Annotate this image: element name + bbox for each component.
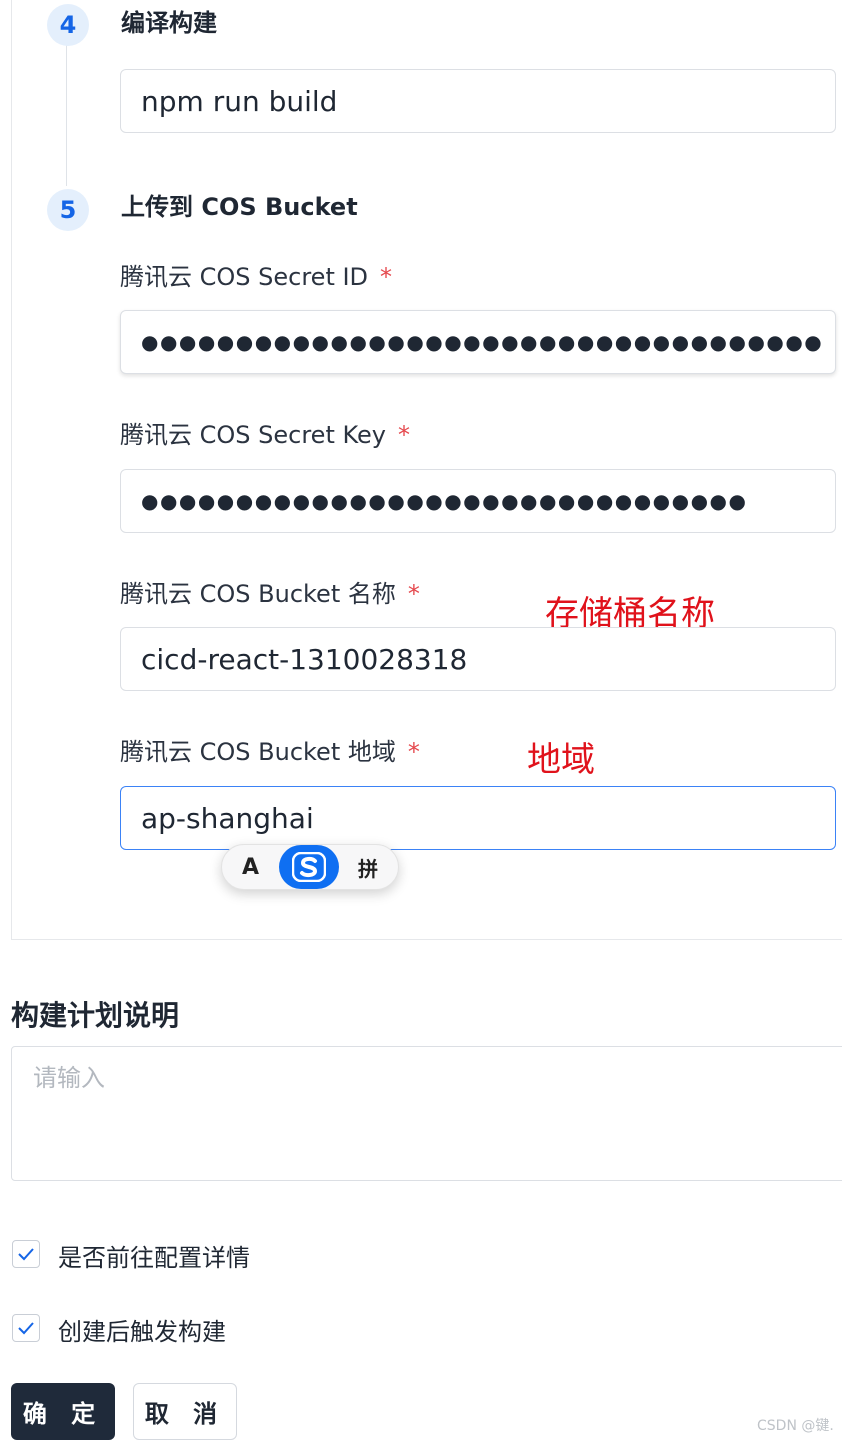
bucket-region-value: ap-shanghai	[141, 801, 314, 835]
required-mark: *	[398, 421, 410, 449]
bucket-name-value: cicd-react-1310028318	[141, 642, 468, 676]
timeline-connector	[66, 44, 67, 186]
bucket-region-annotation: 地域	[527, 740, 595, 780]
ime-english-toggle[interactable]: A	[242, 855, 259, 880]
ime-toolbar[interactable]: A 拼	[221, 844, 399, 890]
check-icon	[18, 1322, 34, 1335]
secret-id-input[interactable]: ●●●●●●●●●●●●●●●●●●●●●●●●●●●●●●●●●●●●	[120, 310, 836, 374]
plan-description-title: 构建计划说明	[11, 999, 180, 1032]
bucket-name-label: 腾讯云 COS Bucket 名称 *	[120, 580, 420, 608]
required-mark: *	[407, 738, 420, 766]
secret-id-label: 腾讯云 COS Secret ID *	[120, 263, 393, 291]
secret-key-input[interactable]: ●●●●●●●●●●●●●●●●●●●●●●●●●●●●●●●●	[120, 469, 836, 533]
ime-pinyin-toggle[interactable]: 拼	[358, 853, 378, 882]
confirm-button[interactable]: 确 定	[11, 1383, 115, 1440]
trigger-build-label[interactable]: 创建后触发构建	[58, 1312, 226, 1347]
required-mark: *	[407, 580, 420, 608]
plan-description-textarea[interactable]	[11, 1046, 842, 1181]
bucket-name-input[interactable]: cicd-react-1310028318	[120, 627, 836, 691]
sogou-icon[interactable]	[278, 845, 339, 889]
go-to-config-label[interactable]: 是否前往配置详情	[58, 1238, 250, 1273]
trigger-build-checkbox[interactable]	[12, 1314, 40, 1342]
go-to-config-checkbox[interactable]	[12, 1240, 40, 1268]
step-4-badge: 4	[47, 4, 89, 46]
bucket-region-label: 腾讯云 COS Bucket 地域 *	[120, 738, 420, 766]
cancel-button[interactable]: 取 消	[133, 1383, 237, 1440]
plan-description-placeholder: 请输入	[33, 1064, 105, 1092]
build-command-input[interactable]: npm run build	[120, 69, 836, 133]
bucket-region-input[interactable]: ap-shanghai	[120, 786, 836, 850]
step-5-title: 上传到 COS Bucket	[121, 193, 358, 221]
secret-id-masked-value: ●●●●●●●●●●●●●●●●●●●●●●●●●●●●●●●●●●●●	[141, 330, 824, 354]
secret-key-masked-value: ●●●●●●●●●●●●●●●●●●●●●●●●●●●●●●●●	[141, 489, 748, 513]
step-4-title: 编译构建	[121, 9, 217, 37]
check-icon	[18, 1248, 34, 1261]
build-command-value: npm run build	[141, 84, 338, 118]
secret-key-label: 腾讯云 COS Secret Key *	[120, 421, 410, 449]
required-mark: *	[380, 263, 393, 291]
watermark: CSDN @键.	[757, 1418, 834, 1434]
step-5-badge: 5	[47, 189, 89, 231]
